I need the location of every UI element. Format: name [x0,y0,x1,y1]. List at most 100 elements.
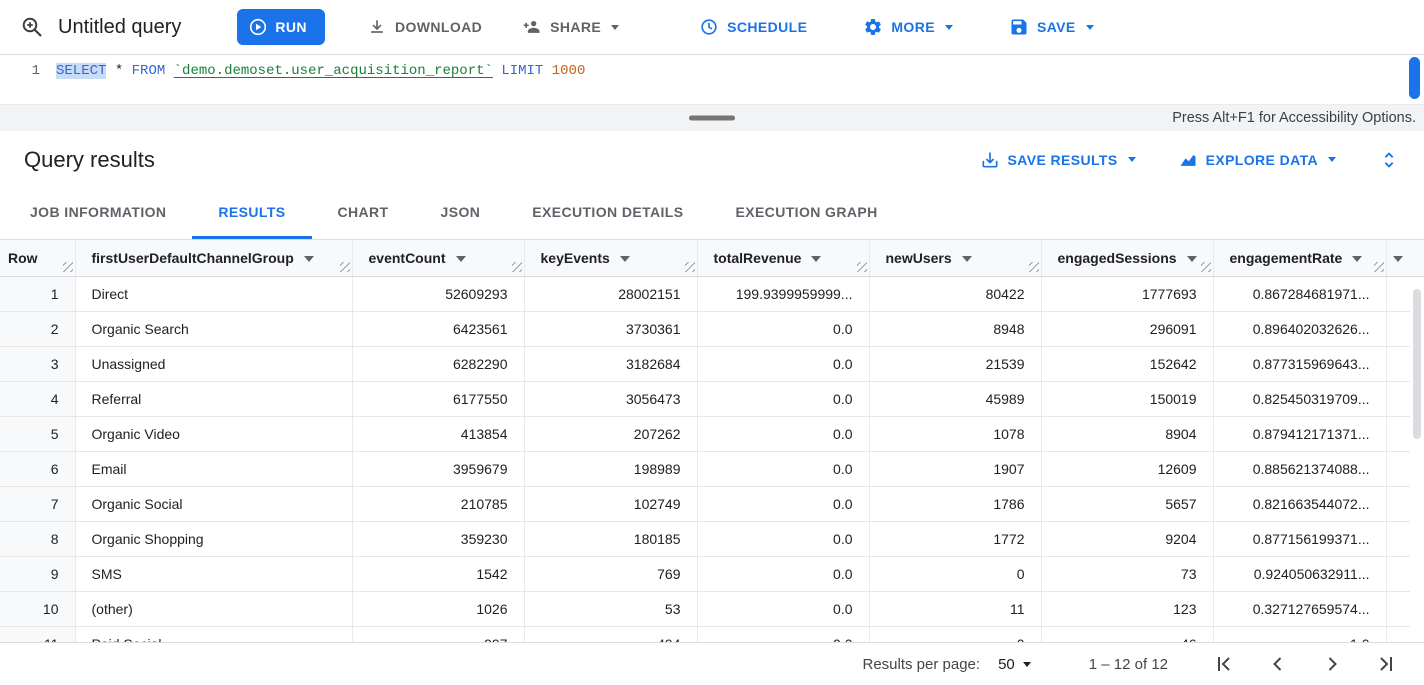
schedule-button[interactable]: SCHEDULE [687,9,819,45]
table-vertical-scrollbar[interactable] [1410,277,1424,642]
table-cell: 413854 [352,416,524,451]
column-resize-handle[interactable] [340,262,350,272]
table-cell: 1.0 [1213,626,1386,642]
table-cell: 21539 [869,346,1041,381]
save-icon [1009,17,1029,37]
column-resize-handle[interactable] [63,262,73,272]
sort-arrow-icon[interactable] [1352,256,1362,262]
table-cell: 8948 [869,311,1041,346]
column-label: newUsers [886,250,952,266]
sql-code-line[interactable]: SELECT * FROM `demo.demoset.user_acquisi… [56,55,585,104]
previous-page-button[interactable] [1266,652,1290,676]
sort-arrow-icon[interactable] [620,256,630,262]
table-row: 9SMS15427690.00730.924050632911... [0,556,1424,591]
results-table-container: RowfirstUserDefaultChannelGroupeventCoun… [0,240,1424,642]
page-size-value: 50 [998,656,1015,673]
table-cell: 0.821663544072... [1213,486,1386,521]
more-button[interactable]: MORE [851,9,965,45]
results-table: RowfirstUserDefaultChannelGroupeventCoun… [0,240,1424,642]
table-cell: 1078 [869,416,1041,451]
table-row: 5Organic Video4138542072620.0107889040.8… [0,416,1424,451]
table-cell: 0.0 [697,556,869,591]
row-number-cell: 5 [0,416,75,451]
explore-data-icon [1178,150,1198,170]
query-results-header: Query results SAVE RESULTS EXPLORE DATA [0,131,1424,188]
last-page-button[interactable] [1374,652,1398,676]
save-button[interactable]: SAVE [997,9,1106,45]
sort-arrow-icon[interactable] [1187,256,1197,262]
column-label: engagementRate [1230,250,1343,266]
table-cell: 0.0 [697,381,869,416]
sql-token: LIMIT [501,63,543,79]
row-number-cell: 7 [0,486,75,521]
column-resize-handle[interactable] [1374,262,1384,272]
table-scrollbar-thumb[interactable] [1413,289,1421,439]
sort-arrow-icon[interactable] [1393,256,1403,262]
sql-editor[interactable]: 1 SELECT * FROM `demo.demoset.user_acqui… [0,55,1424,104]
explore-data-button[interactable]: EXPLORE DATA [1178,150,1336,170]
column-header-Row: Row [0,240,75,276]
table-body: 1Direct5260929328002151199.9399959999...… [0,276,1424,642]
table-cell: 0.877315969643... [1213,346,1386,381]
column-resize-handle[interactable] [512,262,522,272]
splitter-drag-handle[interactable] [689,116,735,121]
tab-job-information[interactable]: JOB INFORMATION [4,188,192,239]
table-cell: 52609293 [352,276,524,311]
column-label: Row [8,250,38,266]
table-row: 11Paid Social9974940.00461.0 [0,626,1424,642]
table-cell: 6423561 [352,311,524,346]
save-results-button[interactable]: SAVE RESULTS [980,150,1136,170]
accessibility-hint: Press Alt+F1 for Accessibility Options. [1172,105,1416,131]
table-cell: 1772 [869,521,1041,556]
column-resize-handle[interactable] [857,262,867,272]
table-cell: 6177550 [352,381,524,416]
table-cell: Paid Social [75,626,352,642]
next-page-button[interactable] [1320,652,1344,676]
sort-arrow-icon[interactable] [962,256,972,262]
page-size-select[interactable]: 50 [998,656,1031,673]
tab-execution-details[interactable]: EXECUTION DETAILS [506,188,709,239]
table-cell: 207262 [524,416,697,451]
table-cell: 198989 [524,451,697,486]
expand-results-button[interactable] [1378,149,1400,171]
explore-data-label: EXPLORE DATA [1206,152,1318,168]
sort-arrow-icon[interactable] [456,256,466,262]
sort-arrow-icon[interactable] [811,256,821,262]
column-header-totalRevenue: totalRevenue [697,240,869,276]
column-resize-handle[interactable] [1029,262,1039,272]
row-number-cell: 11 [0,626,75,642]
table-cell: 359230 [352,521,524,556]
row-number-cell: 8 [0,521,75,556]
tab-json[interactable]: JSON [415,188,507,239]
table-cell: 45989 [869,381,1041,416]
schedule-button-label: SCHEDULE [727,19,807,35]
chevron-down-icon [1086,25,1094,30]
sort-arrow-icon[interactable] [304,256,314,262]
table-cell: 0.825450319709... [1213,381,1386,416]
first-page-button[interactable] [1212,652,1236,676]
column-header-firstUserDefaultChannelGroup: firstUserDefaultChannelGroup [75,240,352,276]
table-cell: 0 [869,626,1041,642]
table-cell: Organic Shopping [75,521,352,556]
tab-results[interactable]: RESULTS [192,188,311,239]
sql-table-link[interactable]: `demo.demoset.user_acquisition_report` [174,63,493,79]
table-cell: Referral [75,381,352,416]
sql-token: SELECT [56,63,106,79]
row-number-cell: 1 [0,276,75,311]
share-button[interactable]: SHARE [510,9,631,45]
column-resize-handle[interactable] [1201,262,1211,272]
download-icon [367,17,387,37]
tab-execution-graph[interactable]: EXECUTION GRAPH [709,188,903,239]
table-cell: 3182684 [524,346,697,381]
save-button-label: SAVE [1037,19,1076,35]
table-cell: 12609 [1041,451,1213,486]
editor-scrollbar-thumb[interactable] [1409,57,1420,99]
query-title: Untitled query [58,16,181,39]
table-cell: 80422 [869,276,1041,311]
compose-query-icon [20,15,44,39]
column-resize-handle[interactable] [685,262,695,272]
run-button[interactable]: RUN [237,9,325,45]
tab-chart[interactable]: CHART [312,188,415,239]
column-label: totalRevenue [714,250,802,266]
download-button[interactable]: DOWNLOAD [355,9,494,45]
